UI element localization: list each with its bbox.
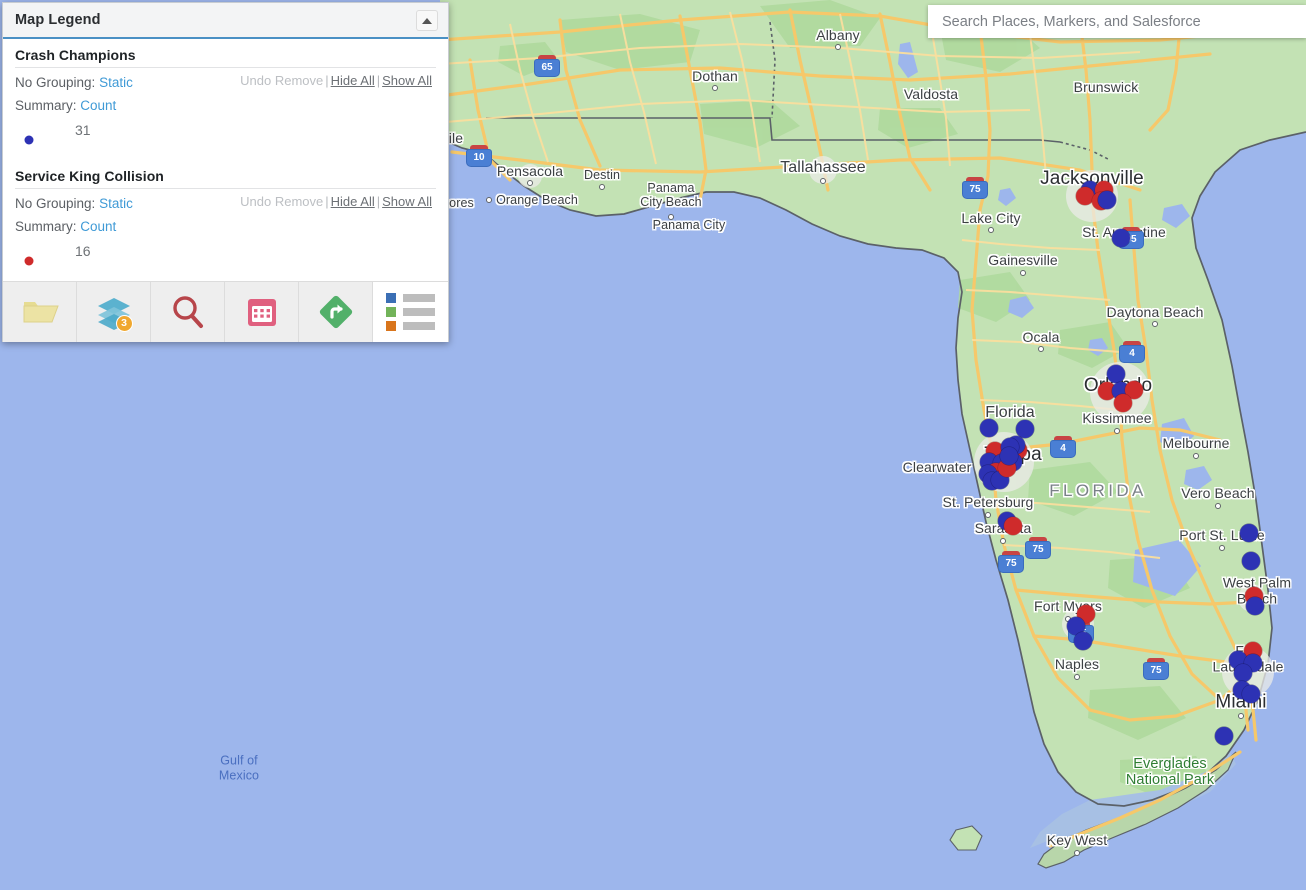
- map-marker[interactable]: [1240, 524, 1258, 542]
- legend-swatch-dot[interactable]: [24, 256, 34, 266]
- map-application: Albany Dothan Brunswick Valdosta Pensacola De…: [0, 0, 1306, 890]
- map-marker[interactable]: [1246, 597, 1264, 615]
- map-marker[interactable]: [1074, 632, 1092, 650]
- legend-swatch-dot[interactable]: [24, 135, 34, 145]
- legend-list-icon: [386, 293, 435, 331]
- legend-group: Service King Collision No Grouping: Stati…: [3, 160, 448, 281]
- map-marker[interactable]: [1112, 229, 1130, 247]
- divider: [15, 67, 436, 68]
- grouping-label: No Grouping:: [15, 196, 96, 211]
- divider: [15, 188, 436, 189]
- map-marker[interactable]: [1114, 394, 1132, 412]
- map-marker[interactable]: [1234, 664, 1252, 682]
- grouping-value-link[interactable]: Static: [99, 196, 133, 211]
- search-bar[interactable]: [928, 5, 1306, 38]
- legend-title: Map Legend: [15, 12, 101, 28]
- layers-badge: 3: [115, 315, 133, 332]
- directions-icon: [316, 292, 356, 332]
- undo-remove-link[interactable]: Undo Remove: [240, 194, 323, 209]
- show-all-link[interactable]: Show All: [382, 194, 432, 209]
- calendar-button[interactable]: [225, 282, 299, 342]
- calendar-icon: [242, 292, 282, 332]
- legend-group-meta: No Grouping: Static Summary: Count Undo Re…: [15, 193, 436, 239]
- grouping-label: No Grouping:: [15, 75, 96, 90]
- summary-label: Summary:: [15, 97, 77, 113]
- separator: |: [325, 73, 329, 88]
- map-marker[interactable]: [1098, 191, 1116, 209]
- map-marker[interactable]: [1215, 727, 1233, 745]
- search-input[interactable]: [928, 5, 1306, 38]
- legend-header: Map Legend: [3, 3, 448, 39]
- map-marker[interactable]: [1004, 517, 1022, 535]
- summary-value-link[interactable]: Count: [80, 219, 116, 234]
- grouping-value-link[interactable]: Static: [99, 75, 133, 90]
- hide-all-link[interactable]: Hide All: [331, 73, 375, 88]
- search-icon: [168, 292, 208, 332]
- show-all-link[interactable]: Show All: [382, 73, 432, 88]
- legend-group-actions: Undo Remove | Hide All | Show All: [240, 194, 432, 209]
- collapse-legend-button[interactable]: [416, 10, 438, 31]
- map-legend-panel: Map Legend Crash Champions No Grouping: S…: [2, 2, 449, 342]
- map-marker[interactable]: [1242, 685, 1260, 703]
- search-button[interactable]: [151, 282, 225, 342]
- legend-group-title: Service King Collision: [15, 168, 164, 184]
- legend-group: Crash Champions No Grouping: Static Summar…: [3, 39, 448, 160]
- map-marker[interactable]: [1000, 447, 1018, 465]
- legend-body: Crash Champions No Grouping: Static Summar…: [3, 39, 448, 281]
- map-marker[interactable]: [1016, 420, 1034, 438]
- map-marker[interactable]: [980, 419, 998, 437]
- folder-icon: [20, 292, 60, 332]
- legend-list-button[interactable]: [373, 282, 448, 342]
- legend-toolbar: 3: [3, 281, 448, 342]
- layers-icon: 3: [94, 292, 134, 332]
- legend-swatch-count: 31: [75, 122, 91, 138]
- separator: |: [325, 194, 329, 209]
- legend-swatch-count: 16: [75, 243, 91, 259]
- legend-swatch-row: 16: [15, 239, 436, 281]
- legend-swatch-row: 31: [15, 118, 436, 160]
- undo-remove-link[interactable]: Undo Remove: [240, 73, 323, 88]
- folder-button[interactable]: [3, 282, 77, 342]
- chevron-up-icon: [422, 17, 432, 24]
- map-marker[interactable]: [1242, 552, 1260, 570]
- legend-group-actions: Undo Remove | Hide All | Show All: [240, 73, 432, 88]
- summary-label: Summary:: [15, 218, 77, 234]
- hide-all-link[interactable]: Hide All: [331, 194, 375, 209]
- map-marker[interactable]: [1107, 365, 1125, 383]
- legend-group-title: Crash Champions: [15, 47, 136, 63]
- summary-value-link[interactable]: Count: [80, 98, 116, 113]
- directions-button[interactable]: [299, 282, 373, 342]
- legend-group-meta: No Grouping: Static Summary: Count Undo Re…: [15, 72, 436, 118]
- layers-button[interactable]: 3: [77, 282, 151, 342]
